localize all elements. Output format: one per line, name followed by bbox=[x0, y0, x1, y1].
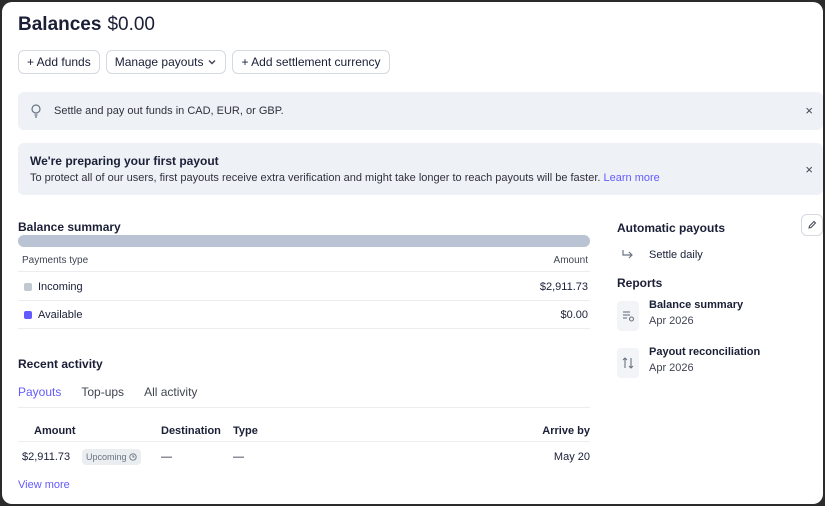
balance-row-value: $0.00 bbox=[560, 309, 588, 321]
tab-top-ups[interactable]: Top-ups bbox=[81, 384, 124, 407]
first-payout-banner: We're preparing your first payout To pro… bbox=[18, 143, 823, 195]
report-date: Apr 2026 bbox=[649, 315, 694, 327]
view-more-link[interactable]: View more bbox=[18, 479, 70, 491]
balance-row-label: Incoming bbox=[38, 281, 83, 293]
manage-payouts-label: Manage payouts bbox=[114, 55, 204, 69]
pencil-icon bbox=[808, 220, 817, 229]
manage-payouts-button[interactable]: Manage payouts bbox=[105, 50, 227, 74]
incoming-dot bbox=[24, 283, 32, 291]
destination-column-header: Destination bbox=[161, 425, 221, 437]
first-payout-title: We're preparing your first payout bbox=[30, 154, 219, 168]
add-funds-button[interactable]: + Add funds bbox=[18, 50, 100, 74]
edit-payouts-button[interactable] bbox=[801, 214, 823, 236]
balance-row-incoming: Incoming $2,911.73 bbox=[18, 273, 590, 301]
page-title: Balances bbox=[18, 14, 102, 35]
reports-title: Reports bbox=[617, 276, 663, 290]
toolbar: + Add funds Manage payouts + Add settlem… bbox=[18, 50, 390, 74]
page-header: Balances $0.00 bbox=[18, 14, 155, 36]
automatic-payouts-title: Automatic payouts bbox=[617, 221, 726, 235]
payout-arrive-by: May 20 bbox=[553, 451, 590, 463]
payout-schedule-text: Settle daily bbox=[649, 249, 703, 261]
table-row[interactable]: $2,911.73 Upcoming — — May 20 bbox=[18, 445, 590, 469]
report-balance-summary[interactable]: Balance summary Apr 2026 bbox=[617, 299, 743, 331]
amount-header: Amount bbox=[553, 255, 588, 266]
activity-tabs: Payouts Top-ups All activity bbox=[18, 384, 590, 408]
add-settlement-currency-label: + Add settlement currency bbox=[241, 55, 381, 69]
payout-amount: $2,911.73 bbox=[22, 451, 71, 463]
balance-row-label: Available bbox=[38, 309, 83, 321]
report-list-icon bbox=[617, 301, 639, 331]
arrive-by-column-header: Arrive by bbox=[542, 425, 590, 437]
tab-all-activity[interactable]: All activity bbox=[144, 384, 197, 407]
lightbulb-icon bbox=[31, 104, 41, 118]
report-payout-reconciliation[interactable]: Payout reconciliation Apr 2026 bbox=[617, 346, 760, 378]
balance-bar bbox=[18, 235, 590, 247]
arrows-up-down-icon bbox=[617, 348, 639, 378]
recent-activity-title: Recent activity bbox=[18, 357, 103, 371]
settle-arrow-icon bbox=[622, 250, 633, 259]
clock-icon bbox=[128, 453, 137, 461]
available-dot bbox=[24, 311, 32, 319]
type-column-header: Type bbox=[233, 425, 258, 437]
close-icon[interactable]: × bbox=[805, 162, 813, 177]
balance-row-available: Available $0.00 bbox=[18, 301, 590, 329]
activity-table-header: Amount Destination Type Arrive by bbox=[18, 422, 590, 442]
report-name: Payout reconciliation bbox=[649, 346, 761, 358]
first-payout-text: To protect all of our users, first payou… bbox=[30, 172, 660, 184]
add-settlement-currency-button[interactable]: + Add settlement currency bbox=[232, 50, 390, 74]
report-date: Apr 2026 bbox=[649, 362, 694, 374]
chevron-down-icon bbox=[208, 60, 216, 65]
payments-type-header: Payments type bbox=[22, 255, 89, 266]
payout-type: — bbox=[233, 451, 244, 463]
balance-table-header: Payments type Amount bbox=[18, 252, 590, 272]
payout-schedule: Settle daily bbox=[617, 247, 703, 263]
balances-page: Balances $0.00 + Add funds Manage payout… bbox=[2, 2, 823, 504]
learn-more-link[interactable]: Learn more bbox=[604, 172, 660, 184]
total-balance: $0.00 bbox=[107, 14, 155, 35]
status-badge-label: Upcoming bbox=[86, 452, 127, 462]
amount-column-header: Amount bbox=[34, 425, 76, 437]
balance-row-value: $2,911.73 bbox=[539, 281, 588, 293]
add-funds-label: + Add funds bbox=[27, 55, 91, 69]
close-icon[interactable]: × bbox=[805, 103, 813, 118]
settle-banner-text: Settle and pay out funds in CAD, EUR, or… bbox=[54, 105, 284, 117]
status-badge: Upcoming bbox=[82, 449, 141, 465]
report-name: Balance summary bbox=[649, 299, 744, 311]
tab-payouts[interactable]: Payouts bbox=[18, 384, 61, 407]
first-payout-body: To protect all of our users, first payou… bbox=[30, 172, 601, 184]
payout-destination: — bbox=[161, 451, 172, 463]
balance-summary-title: Balance summary bbox=[18, 220, 121, 234]
settle-currency-banner: Settle and pay out funds in CAD, EUR, or… bbox=[18, 92, 823, 130]
